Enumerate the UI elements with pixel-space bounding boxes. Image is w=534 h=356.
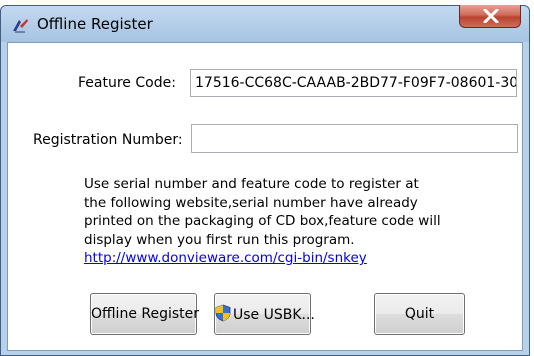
window-title: Offline Register [37,15,153,33]
registration-number-field[interactable] [191,124,518,153]
offline-register-button[interactable]: Offline Register [90,293,200,335]
offline-register-button-label: Offline Register [91,306,200,322]
feature-code-field[interactable]: 17516-CC68C-CAAAB-2BD77-F09F7-08601-30D [190,69,517,97]
feature-code-label: Feature Code: [78,75,176,91]
dialog-body: Feature Code: 17516-CC68C-CAAAB-2BD77-F0… [7,42,523,351]
registration-link[interactable]: http://www.donvieware.com/cgi-bin/snkey [84,250,367,266]
use-usbk-button-label: Use USBK... [233,307,315,323]
close-icon [483,9,499,23]
instructions-text: Use serial number and feature code to re… [84,176,441,248]
offline-register-window: Offline Register Feature Code: 17516-CC6… [0,5,530,356]
quit-button[interactable]: Quit [374,293,465,335]
quit-button-label: Quit [404,306,435,322]
title-bar[interactable]: Offline Register [1,5,529,42]
registration-number-label: Registration Number: [33,132,183,148]
registration-instructions: Use serial number and feature code to re… [78,171,448,306]
uac-shield-icon [215,304,231,326]
close-button[interactable] [459,5,521,28]
use-usbk-button[interactable]: Use USBK... [214,293,315,335]
app-icon [11,17,29,33]
